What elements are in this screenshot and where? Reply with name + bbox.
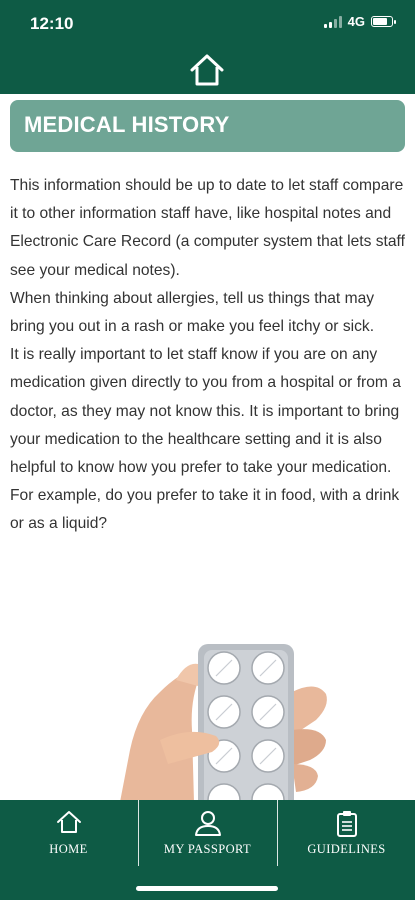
body-text: This information should be up to date to… bbox=[10, 172, 408, 539]
paragraph: It is really important to let staff know… bbox=[10, 346, 401, 533]
section-banner: MEDICAL HISTORY bbox=[10, 100, 405, 152]
person-icon bbox=[194, 811, 221, 836]
nav-my-passport[interactable]: MY PASSPORT bbox=[139, 800, 276, 866]
battery-icon bbox=[371, 16, 396, 27]
clipboard-icon bbox=[336, 811, 357, 837]
battery-level bbox=[373, 18, 387, 25]
status-bar: 12:10 4G bbox=[0, 0, 415, 48]
section-title: MEDICAL HISTORY bbox=[24, 112, 230, 137]
paragraph: When thinking about allergies, tell us t… bbox=[10, 289, 375, 336]
home-indicator[interactable] bbox=[136, 886, 278, 891]
status-indicators: 4G bbox=[323, 14, 396, 29]
bottom-nav: HOME MY PASSPORT GUIDELINES bbox=[0, 800, 415, 900]
network-label: 4G bbox=[347, 14, 365, 29]
nav-my-passport-label: MY PASSPORT bbox=[163, 842, 252, 856]
signal-icon bbox=[323, 15, 342, 28]
nav-home[interactable]: HOME bbox=[0, 800, 137, 866]
status-time: 12:10 bbox=[30, 14, 74, 33]
nav-guidelines-label: GUIDELINES bbox=[307, 842, 386, 856]
nav-guidelines[interactable]: GUIDELINES bbox=[278, 800, 415, 866]
top-header bbox=[0, 48, 415, 94]
home-icon bbox=[190, 54, 224, 86]
medication-illustration bbox=[120, 640, 340, 802]
hand-holding-pills-image bbox=[120, 644, 327, 802]
paragraph: This information should be up to date to… bbox=[10, 177, 405, 279]
nav-home-label: HOME bbox=[49, 842, 88, 856]
header-home-button[interactable] bbox=[188, 52, 226, 88]
home-icon bbox=[56, 811, 81, 833]
